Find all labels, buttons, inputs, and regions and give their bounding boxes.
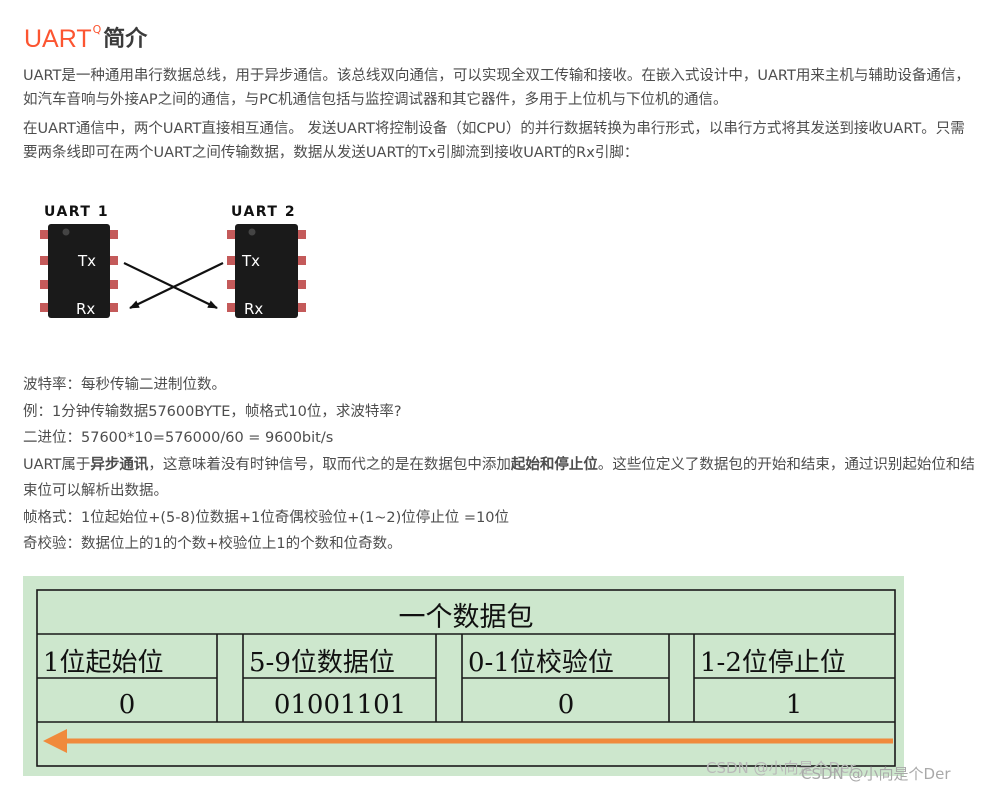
- async-explanation: UART属于异步通讯，这意味着没有时钟信号，取而代之的是在数据包中添加起始和停止…: [23, 456, 975, 500]
- chip1-label: UART 1: [44, 204, 109, 220]
- baud-example: 例：1分钟传输数据57600BYTE，帧格式10位，求波特率?: [23, 403, 402, 420]
- packet-header-stop: 1-2位停止位: [700, 648, 846, 678]
- intro-paragraph-1: UART是一种通用串行数据总线，用于异步通信。该总线双向通信，可以实现全双工传输…: [23, 68, 970, 108]
- frame-format: 帧格式：1位起始位+(5-8)位数据+1位奇偶校验位+(1~2)位停止位 =10…: [23, 509, 510, 526]
- transmission-direction-arrow: [43, 729, 893, 753]
- start-stop-keyword: 起始和停止位: [510, 456, 598, 473]
- tx2-to-rx1-arrow: [129, 262, 224, 309]
- packet-value-stop: 1: [786, 690, 803, 720]
- chip1-tx-label: Tx: [77, 252, 96, 270]
- article-title: UART Q 简介: [24, 12, 147, 52]
- data-packet-figure: 一个数据包 1位起始位 5-9位数据位 0-1位校验位 1-2位停止位 0 01…: [23, 576, 904, 776]
- watermark-2: CSDN @小向是个Der: [801, 765, 951, 783]
- baud-definition: 波特率：每秒传输二进制位数。: [23, 377, 226, 393]
- async-keyword: 异步通讯: [90, 456, 149, 473]
- intro-paragraph-2: 在UART通信中，两个UART直接相互通信。 发送UART将控制设备（如CPU）…: [23, 121, 965, 161]
- uart-wiring-diagram: UART 1 UART 2 Tx Rx Tx Rx: [36, 198, 316, 326]
- packet-header-data: 5-9位数据位: [249, 648, 395, 678]
- packet-title: 一个数据包: [399, 602, 534, 633]
- packet-value-parity: 0: [558, 690, 575, 720]
- chip2-label: UART 2: [231, 204, 296, 220]
- parity-definition: 奇校验：数据位上的1的个数+校验位上1的个数和位奇数。: [23, 536, 402, 552]
- data-packet-svg: 一个数据包 1位起始位 5-9位数据位 0-1位校验位 1-2位停止位 0 01…: [36, 589, 896, 767]
- chip1-notch: [62, 228, 70, 236]
- packet-value-data: 01001101: [274, 690, 406, 720]
- chip2-tx-label: Tx: [241, 252, 260, 270]
- chip2-rx-label: Rx: [244, 300, 263, 318]
- chip1-rx-label: Rx: [76, 300, 95, 318]
- baud-calculation: 二进位：57600*10=576000/60 = 9600bit/s: [23, 430, 334, 446]
- title-latin: UART: [24, 25, 92, 53]
- packet-header-start: 1位起始位: [43, 648, 164, 678]
- chip2-notch: [248, 228, 256, 236]
- baud-rate-section: 波特率：每秒传输二进制位数。 例：1分钟传输数据57600BYTE，帧格式10位…: [23, 372, 983, 558]
- uart-wiring-svg: UART 1 UART 2 Tx Rx Tx Rx: [40, 204, 306, 318]
- search-icon: Q: [92, 23, 102, 36]
- tx1-to-rx2-arrow: [123, 262, 218, 309]
- packet-value-start: 0: [119, 690, 136, 720]
- title-cjk: 简介: [103, 27, 148, 52]
- packet-header-parity: 0-1位校验位: [468, 648, 614, 678]
